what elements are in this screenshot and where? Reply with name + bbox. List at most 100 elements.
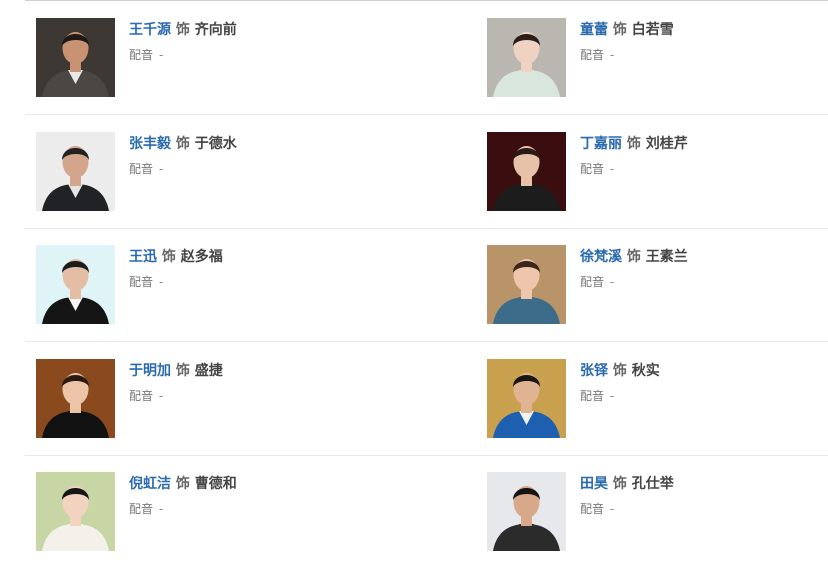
role-as-label: 饰 [626, 249, 641, 265]
dubbing-line: 配音 - [580, 161, 688, 177]
role-name: 刘桂芹 [645, 135, 688, 152]
cast-item: 张铎 饰 秋实配音 - [487, 358, 828, 439]
dubbing-label: 配音 [129, 502, 154, 516]
role-as-label: 饰 [626, 135, 641, 152]
actor-photo[interactable] [36, 472, 115, 551]
dubbing-value: - [610, 388, 615, 403]
dubbing-value: - [610, 275, 615, 289]
cast-line: 王千源 饰 齐向前 [129, 20, 237, 40]
dubbing-label: 配音 [129, 48, 154, 62]
dubbing-value: - [159, 161, 164, 176]
actor-name-link[interactable]: 于明加 [129, 363, 171, 379]
actor-name-link[interactable]: 童蕾 [580, 22, 608, 38]
role-as-label: 饰 [175, 362, 190, 379]
actor-photo[interactable] [36, 245, 115, 324]
cast-info: 童蕾 饰 白若雪配音 - [580, 20, 674, 63]
actor-name-link[interactable]: 王迅 [129, 249, 157, 265]
dubbing-label: 配音 [580, 275, 605, 289]
role-as-label: 饰 [175, 22, 190, 38]
cast-row: 王迅 饰 赵多福 配音 - 徐梵溪 饰 王素兰 配音 - [25, 228, 828, 342]
role-name: 秋实 [631, 362, 660, 379]
cast-item: 王迅 饰 赵多福配音 - [36, 245, 416, 325]
dubbing-label: 配音 [580, 388, 605, 403]
actor-photo[interactable] [487, 245, 566, 324]
dubbing-value: - [610, 502, 615, 516]
actor-photo[interactable] [487, 131, 566, 211]
cast-line: 张丰毅 饰 于德水 [129, 134, 237, 154]
cast-list-page: 王千源 饰 齐向前 配音 - 童蕾 饰 白若雪 配音 - 张丰毅 饰 于德水 配音 - 丁嘉丽 饰… [0, 0, 828, 565]
cast-row: 倪虹洁 饰 曹德和 配音 - 田昊 饰 孔仕举 配音 - [25, 455, 828, 565]
cast-row: 王千源 饰 齐向前 配音 - 童蕾 饰 白若雪 配音 - [25, 1, 828, 115]
cast-row: 于明加 饰 盛捷 配音 - 张铎 饰 秋实 配音 - [25, 342, 828, 456]
role-name: 齐向前 [194, 22, 237, 38]
dubbing-label: 配音 [129, 161, 154, 176]
cast-info: 丁嘉丽 饰 刘桂芹配音 - [580, 134, 688, 177]
cast-item: 童蕾 饰 白若雪配音 - [487, 18, 828, 98]
actor-photo[interactable] [36, 131, 115, 211]
role-as-label: 饰 [161, 249, 176, 265]
role-name: 曹德和 [194, 476, 237, 492]
role-name: 白若雪 [631, 22, 674, 38]
cast-info: 张铎 饰 秋实配音 - [580, 361, 660, 404]
dubbing-label: 配音 [580, 161, 605, 176]
role-as-label: 饰 [175, 135, 190, 152]
dubbing-line: 配音 - [580, 501, 674, 517]
actor-name-link[interactable]: 田昊 [580, 476, 608, 492]
role-name: 孔仕举 [631, 476, 674, 492]
cast-item: 张丰毅 饰 于德水配音 - [36, 131, 416, 212]
cast-info: 王迅 饰 赵多福配音 - [129, 247, 223, 290]
actor-photo[interactable] [487, 472, 566, 551]
dubbing-line: 配音 - [129, 388, 223, 404]
cast-line: 王迅 饰 赵多福 [129, 247, 223, 267]
role-name: 赵多福 [180, 249, 223, 265]
dubbing-line: 配音 - [580, 388, 660, 404]
role-name: 王素兰 [645, 249, 688, 265]
role-as-label: 饰 [612, 476, 627, 492]
dubbing-value: - [159, 502, 164, 516]
dubbing-value: - [159, 48, 164, 62]
dubbing-value: - [610, 48, 615, 62]
dubbing-line: 配音 - [129, 274, 223, 290]
actor-photo[interactable] [36, 358, 115, 438]
cast-info: 倪虹洁 饰 曹德和配音 - [129, 474, 237, 517]
cast-item: 王千源 饰 齐向前配音 - [36, 18, 416, 98]
actor-name-link[interactable]: 张铎 [580, 363, 608, 379]
role-as-label: 饰 [175, 476, 190, 492]
dubbing-line: 配音 - [129, 161, 237, 177]
dubbing-label: 配音 [129, 388, 154, 403]
cast-info: 张丰毅 饰 于德水配音 - [129, 134, 237, 177]
cast-info: 田昊 饰 孔仕举配音 - [580, 474, 674, 517]
cast-row: 张丰毅 饰 于德水 配音 - 丁嘉丽 饰 刘桂芹 配音 - [25, 115, 828, 229]
actor-name-link[interactable]: 丁嘉丽 [580, 136, 622, 152]
dubbing-line: 配音 - [129, 47, 237, 63]
role-name: 盛捷 [194, 362, 223, 379]
cast-info: 王千源 饰 齐向前配音 - [129, 20, 237, 63]
actor-photo[interactable] [487, 18, 566, 97]
cast-info: 于明加 饰 盛捷配音 - [129, 361, 223, 404]
dubbing-value: - [159, 388, 164, 403]
dubbing-value: - [610, 161, 615, 176]
cast-line: 于明加 饰 盛捷 [129, 361, 223, 381]
actor-photo[interactable] [487, 358, 566, 438]
cast-line: 倪虹洁 饰 曹德和 [129, 474, 237, 494]
actor-name-link[interactable]: 倪虹洁 [129, 476, 171, 492]
actor-name-link[interactable]: 王千源 [129, 22, 171, 38]
cast-item: 倪虹洁 饰 曹德和配音 - [36, 472, 416, 552]
dubbing-line: 配音 - [580, 274, 688, 290]
cast-info: 徐梵溪 饰 王素兰配音 - [580, 247, 688, 290]
cast-item: 田昊 饰 孔仕举配音 - [487, 472, 828, 552]
role-as-label: 饰 [612, 362, 627, 379]
actor-name-link[interactable]: 张丰毅 [129, 136, 171, 152]
role-as-label: 饰 [612, 22, 627, 38]
cast-line: 丁嘉丽 饰 刘桂芹 [580, 134, 688, 154]
cast-item: 丁嘉丽 饰 刘桂芹配音 - [487, 131, 828, 212]
cast-line: 徐梵溪 饰 王素兰 [580, 247, 688, 267]
dubbing-label: 配音 [580, 48, 605, 62]
actor-name-link[interactable]: 徐梵溪 [580, 249, 622, 265]
dubbing-label: 配音 [129, 275, 154, 289]
dubbing-line: 配音 - [129, 501, 237, 517]
role-name: 于德水 [194, 135, 237, 152]
actor-photo[interactable] [36, 18, 115, 97]
dubbing-value: - [159, 275, 164, 289]
cast-line: 张铎 饰 秋实 [580, 361, 660, 381]
